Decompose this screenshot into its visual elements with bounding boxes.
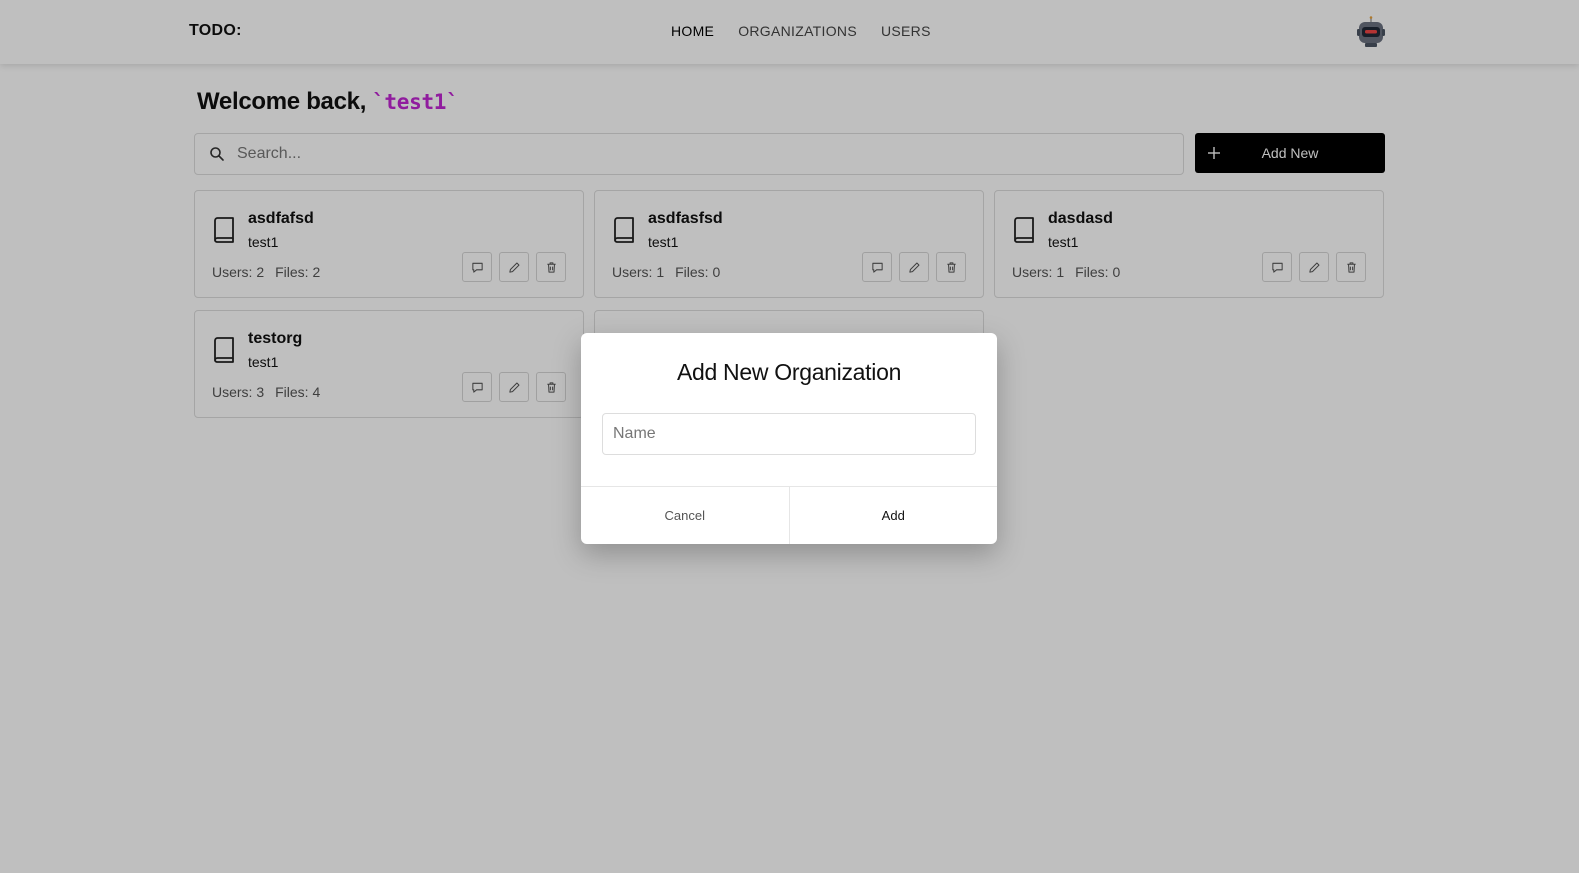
add-button[interactable]: Add: [790, 487, 998, 544]
organization-name-input[interactable]: [602, 413, 976, 455]
modal-title: Add New Organization: [676, 359, 902, 385]
cancel-button[interactable]: Cancel: [581, 487, 790, 544]
add-organization-modal: Add New Organization Cancel Add: [581, 333, 997, 544]
modal-footer: Cancel Add: [581, 486, 997, 544]
